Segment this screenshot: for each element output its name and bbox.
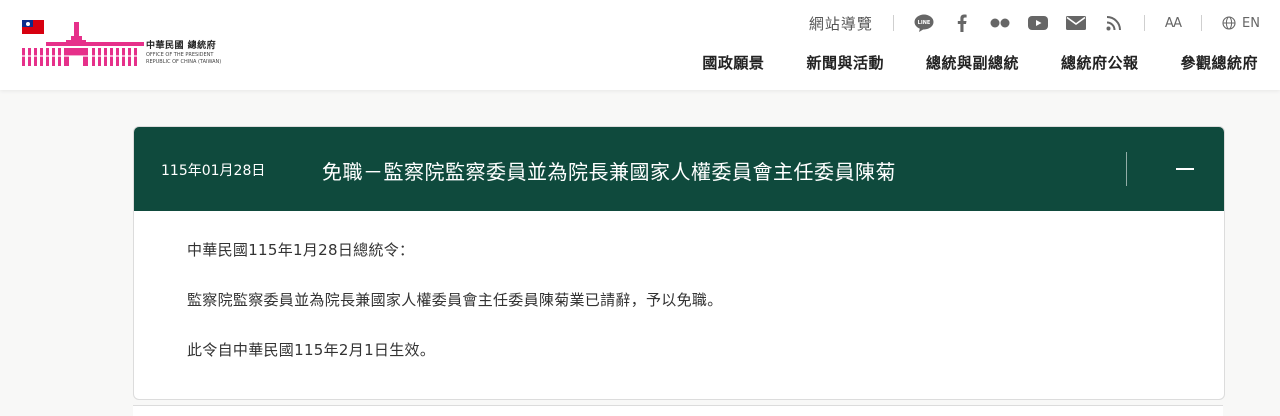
presidential-building-logo-icon	[22, 22, 144, 66]
facebook-icon[interactable]	[952, 13, 972, 33]
flickr-icon[interactable]	[990, 13, 1010, 33]
main-navigation: 國政願景 新聞與活動 總統與副總統 總統府公報 參觀總統府	[702, 52, 1258, 73]
decree-card-header[interactable]: 115年01月28日 免職－監察院監察委員並為院長兼國家人權委員會主任委員陳菊	[134, 127, 1224, 211]
svg-text:LINE: LINE	[918, 20, 931, 26]
decree-body: 中華民國115年1月28日總統令： 監察院監察委員並為院長兼國家人權委員會主任委…	[187, 239, 1187, 389]
site-logo[interactable]: 中華民國 總統府 OFFICE OF THE PRESIDENT REPUBLI…	[22, 18, 237, 70]
minus-icon	[1176, 168, 1194, 170]
language-label: EN	[1242, 15, 1260, 31]
decree-paragraph: 監察院監察委員並為院長兼國家人權委員會主任委員陳菊業已請辭，予以免職。	[187, 291, 723, 309]
logo-english-line-2: REPUBLIC OF CHINA (TAIWAN)	[146, 59, 222, 65]
nav-item-news[interactable]: 新聞與活動	[806, 52, 884, 73]
line-icon[interactable]: LINE	[914, 13, 934, 33]
nav-item-president[interactable]: 總統與副總統	[926, 52, 1019, 73]
font-size-toggle[interactable]: AA	[1165, 16, 1182, 31]
nav-item-gazette[interactable]: 總統府公報	[1061, 52, 1139, 73]
decree-card: 115年01月28日 免職－監察院監察委員並為院長兼國家人權委員會主任委員陳菊 …	[133, 126, 1225, 400]
divider	[892, 15, 894, 31]
logo-chinese-name: 中華民國 總統府	[146, 41, 217, 51]
decree-paragraph: 此令自中華民國115年2月1日生效。	[187, 341, 436, 359]
nav-item-vision[interactable]: 國政願景	[702, 52, 764, 73]
mail-icon[interactable]	[1065, 13, 1086, 33]
utility-bar: 網站導覽 LINE AA EN	[809, 10, 1260, 36]
rss-icon[interactable]	[1104, 13, 1124, 33]
social-links: LINE	[914, 13, 1124, 33]
decree-title: 免職－監察院監察委員並為院長兼國家人權委員會主任委員陳菊	[322, 160, 896, 184]
logo-text: 中華民國 總統府 OFFICE OF THE PRESIDENT REPUBLI…	[146, 41, 241, 65]
youtube-icon[interactable]	[1027, 13, 1048, 33]
decree-paragraph: 中華民國115年1月28日總統令：	[187, 241, 415, 259]
divider	[1126, 152, 1127, 186]
language-switch[interactable]: EN	[1222, 16, 1260, 31]
logo-english-line-1: OFFICE OF THE PRESIDENT	[146, 52, 214, 58]
divider	[1201, 15, 1203, 31]
divider	[1143, 15, 1145, 31]
nav-item-visit[interactable]: 參觀總統府	[1180, 52, 1258, 73]
decree-date: 115年01月28日	[161, 163, 266, 179]
site-header: 中華民國 總統府 OFFICE OF THE PRESIDENT REPUBLI…	[0, 0, 1280, 90]
sitemap-link[interactable]: 網站導覽	[809, 13, 873, 34]
globe-icon	[1222, 16, 1236, 30]
collapse-button[interactable]	[1164, 159, 1204, 179]
